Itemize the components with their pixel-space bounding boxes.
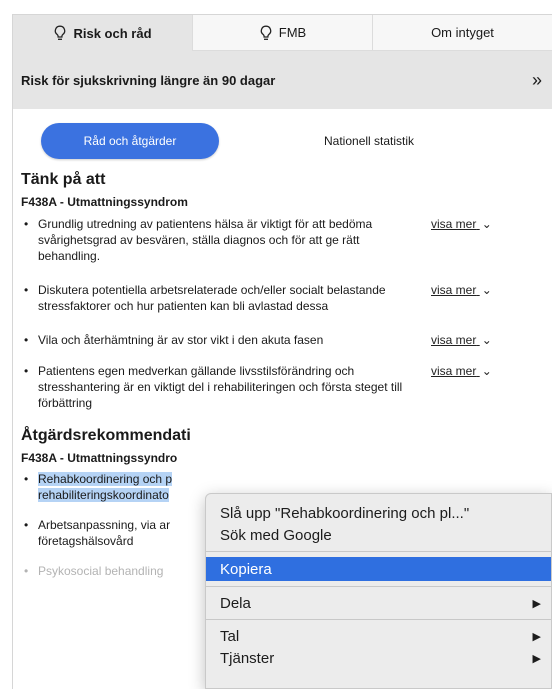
tab-label: Risk och råd — [73, 25, 152, 41]
menu-item-services[interactable]: Tjänster ▶ — [206, 647, 551, 669]
list-item-text: Vila och återhämtning är av stor vikt i … — [38, 333, 324, 347]
lightbulb-icon — [260, 25, 272, 40]
menu-item-copy[interactable]: Kopiera — [206, 557, 551, 581]
list-item: Grundlig utredning av patientens hälsa ä… — [21, 216, 552, 264]
list-item: Psykosocial behandling — [21, 563, 221, 579]
chevron-down-icon: ⌄ — [481, 217, 492, 231]
menu-item-speech[interactable]: Tal ▶ — [206, 625, 551, 647]
diagnosis-code: F438A - Utmattningssyndro — [21, 451, 178, 465]
diagnosis-code: F438A - Utmattningssyndrom — [21, 195, 188, 209]
list-item-text: Patientens egen medverkan gällande livss… — [38, 364, 403, 410]
section-title-atgardsrekommendationer: Åtgärdsrekommendati — [21, 427, 191, 444]
list-item: Patientens egen medverkan gällande livss… — [21, 363, 552, 411]
section-title-tank-pa-att: Tänk på att — [21, 171, 106, 188]
tab-bar: Risk och råd FMB Om intyget — [13, 15, 552, 51]
subtab-bar: Råd och åtgärder Nationell statistik — [21, 123, 552, 159]
selected-text[interactable]: Rehabkoordinering och p rehabiliteringsk… — [38, 472, 173, 502]
menu-item-share[interactable]: Dela ▶ — [206, 592, 551, 614]
tab-label: FMB — [278, 25, 307, 40]
tab-risk-och-rad[interactable]: Risk och råd — [13, 15, 193, 51]
list-item: Diskutera potentiella arbetsrelaterade o… — [21, 282, 552, 314]
chevron-down-icon: ⌄ — [481, 283, 492, 297]
menu-separator — [206, 551, 551, 552]
banner-title: Risk för sjukskrivning längre än 90 daga… — [21, 72, 276, 88]
risk-banner: Risk för sjukskrivning längre än 90 daga… — [13, 51, 552, 109]
expand-toggle-icon[interactable]: » — [532, 70, 542, 91]
lightbulb-icon — [55, 25, 66, 40]
submenu-arrow-icon: ▶ — [532, 597, 541, 610]
chevron-down-icon: ⌄ — [481, 333, 492, 347]
subtab-rad-och-atgarder[interactable]: Råd och åtgärder — [41, 123, 219, 159]
chevron-down-icon: ⌄ — [481, 364, 492, 378]
list-item: Arbetsanpassning, via ar företagshälsovå… — [21, 517, 221, 549]
menu-item-search-google[interactable]: Sök med Google — [206, 524, 551, 546]
list-item-text: Arbetsanpassning, via ar företagshälsovå… — [38, 518, 171, 548]
context-menu: Slå upp "Rehabkoordinering och pl..." Sö… — [205, 493, 552, 689]
menu-separator — [206, 619, 551, 620]
show-more-link[interactable]: visa mer ⌄ — [431, 216, 492, 264]
tab-label: Om intyget — [431, 25, 494, 40]
menu-separator — [206, 586, 551, 587]
tab-fmb[interactable]: FMB — [193, 15, 373, 51]
list-item-text: Diskutera potentiella arbetsrelaterade o… — [38, 283, 386, 313]
list-item-text: Grundlig utredning av patientens hälsa ä… — [38, 217, 373, 263]
submenu-arrow-icon: ▶ — [532, 630, 541, 643]
list-item-text: Psykosocial behandling — [38, 564, 164, 578]
show-more-link[interactable]: visa mer ⌄ — [431, 363, 492, 411]
menu-item-lookup[interactable]: Slå upp "Rehabkoordinering och pl..." — [206, 502, 551, 524]
list-item: Rehabkoordinering och p rehabiliteringsk… — [21, 471, 221, 503]
advice-list: Grundlig utredning av patientens hälsa ä… — [21, 216, 552, 411]
subtab-nationell-statistik[interactable]: Nationell statistik — [324, 134, 414, 148]
show-more-link[interactable]: visa mer ⌄ — [431, 282, 492, 314]
submenu-arrow-icon: ▶ — [532, 652, 541, 665]
tab-om-intyget[interactable]: Om intyget — [373, 15, 552, 51]
show-more-link[interactable]: visa mer ⌄ — [431, 332, 492, 348]
list-item: Vila och återhämtning är av stor vikt i … — [21, 332, 552, 348]
